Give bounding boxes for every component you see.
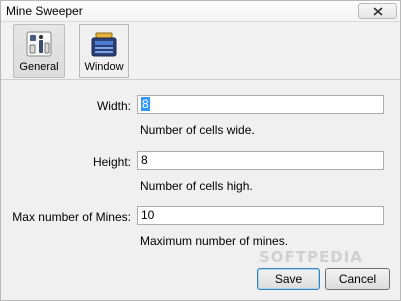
mines-hint: Maximum number of mines. bbox=[140, 234, 289, 248]
height-label: Height: bbox=[92, 155, 131, 169]
softpedia-watermark: SOFTPEDIA bbox=[259, 248, 363, 266]
height-hint: Number of cells high. bbox=[140, 179, 253, 193]
tab-window-label: Window bbox=[84, 61, 124, 73]
width-label: Width: bbox=[96, 99, 131, 113]
window-title: Mine Sweeper bbox=[6, 4, 83, 18]
save-button[interactable]: Save bbox=[257, 268, 320, 290]
width-value: 8 bbox=[141, 97, 150, 111]
window-icon bbox=[91, 32, 117, 57]
preferences-toolbar: General Window bbox=[1, 22, 400, 80]
height-value: 8 bbox=[141, 153, 148, 167]
preferences-dialog: Mine Sweeper General Window Width: 8 Num… bbox=[0, 0, 401, 301]
tab-general[interactable]: General bbox=[13, 24, 65, 78]
width-input[interactable]: 8 bbox=[137, 95, 384, 114]
cancel-button[interactable]: Cancel bbox=[325, 268, 390, 290]
close-icon bbox=[372, 6, 383, 16]
height-input[interactable]: 8 bbox=[137, 151, 384, 170]
general-settings-panel: Width: 8 Number of cells wide. Height: 8… bbox=[1, 80, 400, 300]
tab-window[interactable]: Window bbox=[79, 24, 129, 78]
mines-label: Max number of Mines: bbox=[12, 210, 131, 224]
width-hint: Number of cells wide. bbox=[140, 123, 255, 137]
tab-general-label: General bbox=[19, 61, 59, 73]
close-button[interactable] bbox=[358, 3, 397, 19]
settings-switches-icon bbox=[26, 31, 52, 57]
mines-input[interactable]: 10 bbox=[137, 206, 384, 225]
title-bar: Mine Sweeper bbox=[1, 1, 400, 22]
mines-value: 10 bbox=[141, 208, 155, 222]
